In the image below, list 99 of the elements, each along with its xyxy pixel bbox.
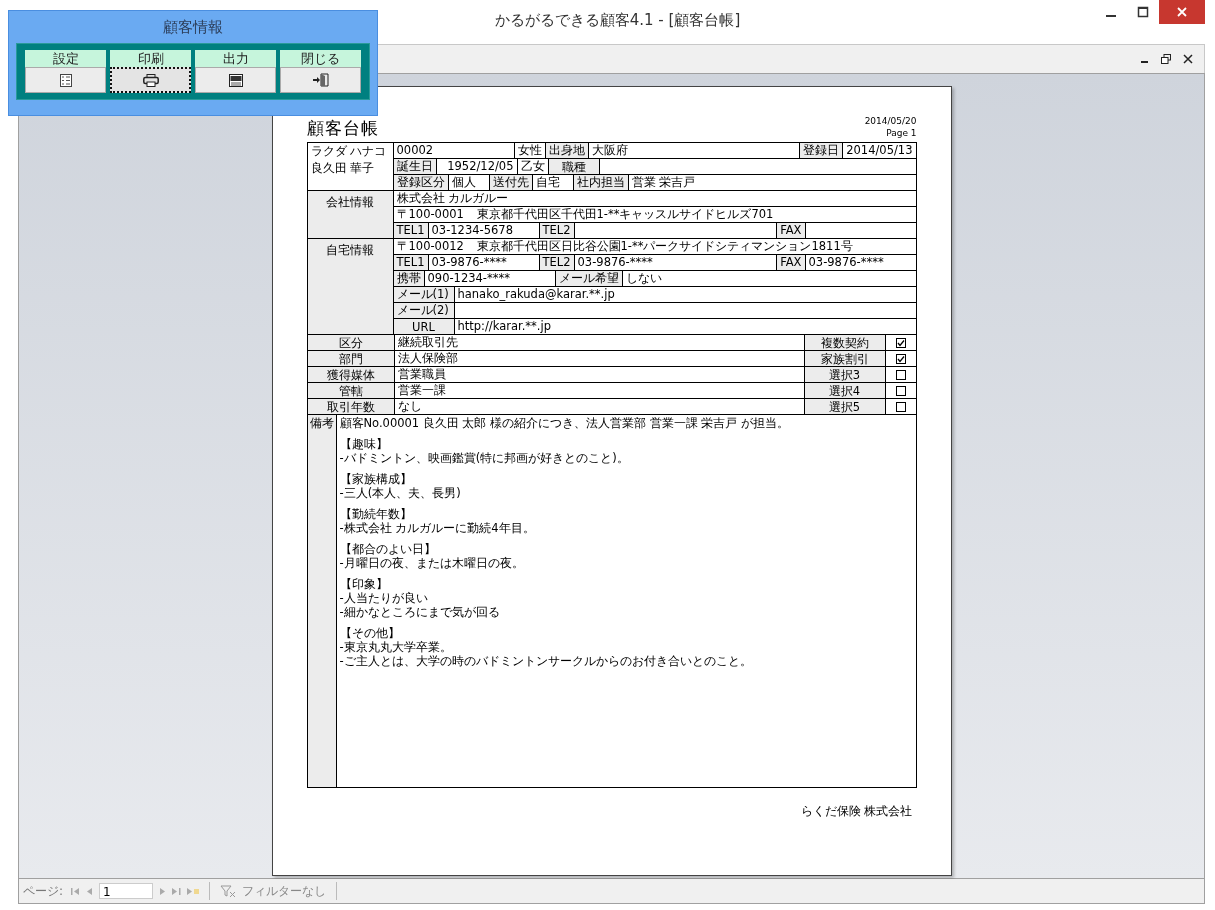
section-label: 会社情報 <box>307 191 394 238</box>
maximize-icon <box>1137 6 1149 18</box>
field-label: URL <box>393 319 454 334</box>
field-label: 獲得媒体 <box>307 367 394 382</box>
field-value: 00002 <box>395 143 435 158</box>
page-number-field[interactable]: 1 <box>99 883 154 899</box>
section-label: 自宅情報 <box>307 239 394 334</box>
field-value: 090-1234-**** <box>423 271 555 286</box>
close-icon <box>1183 54 1193 64</box>
report-title: 顧客台帳 <box>306 117 379 139</box>
field-label: FAX <box>776 223 805 238</box>
address: 東京都千代田区日比谷公園1-**パークサイドシティマンション1811号 <box>475 239 854 254</box>
note-heading: 【家族構成】 <box>339 472 413 486</box>
company-name: らくだ保険 株式会社 <box>799 804 914 818</box>
panel-title: 顧客情報 <box>163 18 223 37</box>
button-caption: 閉じる <box>280 50 361 67</box>
field-value: 03-9876-**** <box>804 255 916 270</box>
field-value: 自宅 <box>531 175 573 190</box>
option-label: 選択3 <box>803 367 885 382</box>
button-caption: 印刷 <box>110 50 191 67</box>
button-caption: 出力 <box>195 50 276 67</box>
option-label: 複数契約 <box>803 335 885 350</box>
field-label: メール(2) <box>393 303 454 318</box>
field-label: TEL1 <box>393 223 428 238</box>
note-text: -バドミントン、映画鑑賞(特に邦画が好きとのこと)。 <box>339 451 630 465</box>
field-value: 1952/12/05 <box>435 159 517 174</box>
note-text: -人当たりが良い <box>339 591 429 605</box>
toolbar-button[interactable] <box>25 67 106 93</box>
checklist-icon <box>59 73 72 87</box>
field-label: 出身地 <box>544 143 588 158</box>
note-heading: 【勤続年数】 <box>339 507 413 521</box>
page-number: Page 1 <box>886 127 917 139</box>
field-value: 乙女 <box>516 159 548 174</box>
field-label: 取引年数 <box>307 399 394 414</box>
field-value: 営業一課 <box>393 383 804 398</box>
note-text: -ご主人とは、大学の時のバドミントンサークルからのお付き合いとのこと。 <box>339 654 753 668</box>
field-label: 登録日 <box>799 143 843 158</box>
report-date: 2014/05/20 <box>864 115 917 127</box>
note-heading: 【趣味】 <box>339 437 389 451</box>
page-label: ページ: <box>23 882 64 900</box>
field-label: FAX <box>776 255 805 270</box>
pdf-file-icon <box>228 73 243 87</box>
field-value: 営業職員 <box>393 367 804 382</box>
note-heading: 【印象】 <box>339 577 389 591</box>
customer-kana: ラクダ ハナコ <box>310 144 388 158</box>
button-caption: 設定 <box>25 50 106 67</box>
field-label: 携帯 <box>393 271 424 286</box>
restore-icon <box>1161 54 1171 64</box>
field-label: メール希望 <box>554 271 622 286</box>
field-value: hanako_rakuda@karar.**.jp <box>453 287 916 302</box>
window-title: かるがるできる顧客4.1 - [顧客台帳] <box>493 10 741 30</box>
field-value: 株式会社 カルガルー <box>395 191 510 206</box>
field-label: 部門 <box>307 351 394 366</box>
field-label: TEL2 <box>538 255 574 270</box>
field-label: TEL2 <box>538 223 574 238</box>
option-label: 家族割引 <box>803 351 885 366</box>
door-exit-icon <box>312 73 329 87</box>
customer-name: 良久田 華子 <box>310 161 376 175</box>
minimize-icon <box>1106 15 1116 17</box>
note-text: -東京丸丸大学卒業。 <box>339 640 453 654</box>
note-text: -細かなところにまで気が回る <box>339 605 501 619</box>
field-value: 03-1234-5678 <box>427 223 539 238</box>
field-label: 区分 <box>307 335 394 350</box>
toolbar-button[interactable] <box>110 67 191 93</box>
field-value: なし <box>393 399 804 414</box>
field-value: 03-9876-**** <box>427 255 539 270</box>
option-label: 選択4 <box>803 383 885 398</box>
field-label: 誕生日 <box>393 159 436 174</box>
postal-code: 〒100-0012 <box>395 239 465 254</box>
note-text: -三人(本人、夫、長男) <box>339 486 462 500</box>
field-label: 送付先 <box>488 175 532 190</box>
field-value: 法人保険部 <box>393 351 804 366</box>
note-text: -月曜日の夜、または木曜日の夜。 <box>339 556 525 570</box>
close-icon <box>1176 6 1188 18</box>
minimize-icon <box>1140 61 1148 63</box>
field-value: http://karar.**.jp <box>453 319 916 334</box>
field-value: 継続取引先 <box>393 335 804 350</box>
field-label: 職種 <box>547 159 599 174</box>
filter-status: フィルターなし <box>242 882 327 900</box>
note-text: -株式会社 カルガルーに勤続4年目。 <box>339 521 536 535</box>
address: 東京都千代田区千代田1-**キャッスルサイドヒルズ701 <box>475 207 775 222</box>
printer-icon <box>142 73 159 87</box>
field-label: TEL1 <box>393 255 428 270</box>
field-label: 社内担当 <box>572 175 628 190</box>
field-label: メール(1) <box>393 287 454 302</box>
field-value: しない <box>621 271 916 286</box>
toolbar-button[interactable] <box>195 67 276 93</box>
field-value: 2014/05/13 <box>842 143 916 158</box>
field-label: 登録区分 <box>393 175 448 190</box>
field-value: 営業 栄吉戸 <box>627 175 916 190</box>
section-label: 備考 <box>307 415 337 787</box>
field-value: 女性 <box>513 143 545 158</box>
postal-code: 〒100-0001 <box>395 207 465 222</box>
field-value: 個人 <box>447 175 489 190</box>
field-label: 管轄 <box>307 383 394 398</box>
note-heading: 【その他】 <box>339 626 401 640</box>
option-label: 選択5 <box>803 399 885 414</box>
note-heading: 【都合のよい日】 <box>339 542 437 556</box>
note-text: 顧客No.00001 良久田 太郎 様の紹介につき、法人営業部 営業一課 栄吉戸 が担当。 <box>339 416 790 430</box>
